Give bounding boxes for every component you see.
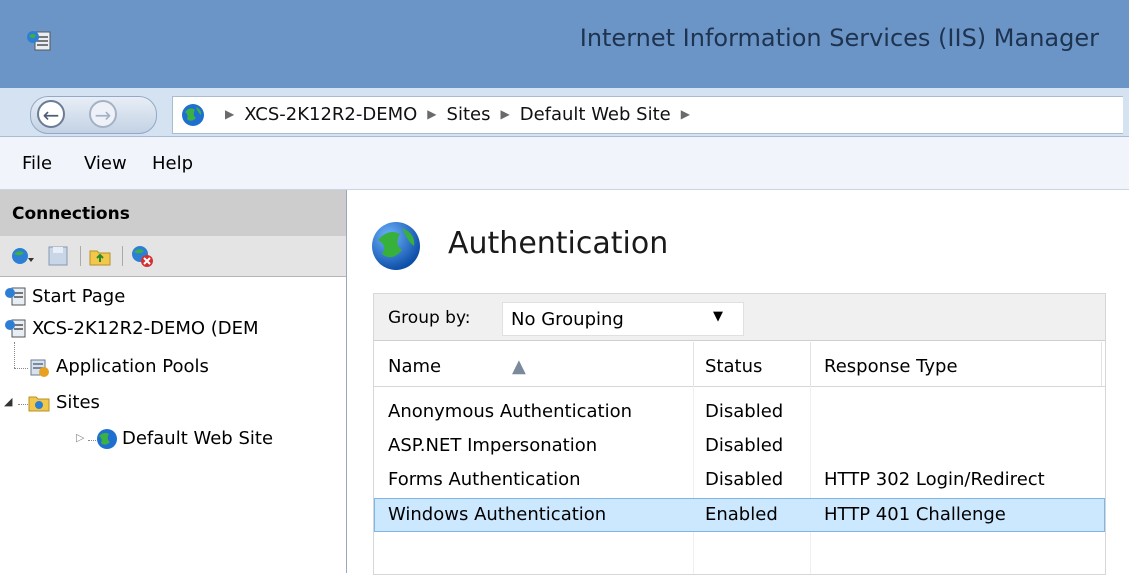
cell-name: ASP.NET Impersonation [388,435,598,456]
column-headers: ▲ Name Status Response Type [374,342,1105,387]
title-bar: Internet Information Services (IIS) Mana… [0,0,1129,88]
column-divider[interactable] [810,342,811,386]
connect-icon[interactable] [10,244,34,268]
tree-connector [14,368,28,370]
expanded-arrow-icon[interactable]: ◢ [4,395,12,408]
column-header-response-type[interactable]: Response Type [824,356,958,377]
cell-status: Disabled [705,401,784,422]
tree-connector [88,440,96,442]
collapsed-arrow-icon[interactable]: ▷ [76,431,84,444]
window-title: Internet Information Services (IIS) Mana… [579,24,1099,52]
chevron-right-icon[interactable]: ▶ [681,107,690,121]
group-by-select[interactable]: No Grouping ▼ [502,302,744,336]
connections-header: Connections [0,190,346,237]
cell-status: Disabled [705,435,784,456]
globe-icon [372,222,420,270]
authentication-list: Group by: No Grouping ▼ ▲ Name Status Re… [373,293,1106,575]
chevron-right-icon: ▶ [427,107,437,121]
breadcrumb[interactable]: ▶ XCS-2K12R2-DEMO ▶ Sites ▶ Default Web Site ▶ [172,96,1123,134]
dropdown-arrow-icon[interactable]: ▼ [713,309,723,324]
cell-response-type: HTTP 401 Challenge [824,504,1006,525]
tree-item-label: Default Web Site [122,428,274,449]
connections-panel: Connections Start Page XCS-2K12R2-DEMO (… [0,190,347,573]
address-bar: ← → ▶ XCS-2K12R2-DEMO ▶ Sites ▶ Default Web S… [0,88,1129,137]
tree-item-label: Start Page [32,286,126,307]
toolbar-separator [122,246,123,266]
column-divider[interactable] [1101,342,1102,386]
feature-pane: Authentication Group by: No Grouping ▼ ▲… [348,190,1129,575]
menu-view[interactable]: View [84,153,127,174]
tree-item-label: XCS-2K12R2-DEMO (DEM [32,318,259,339]
sort-ascending-icon: ▲ [512,356,526,377]
start-page-icon [5,287,26,306]
cell-name: Windows Authentication [388,504,607,525]
back-arrow-icon[interactable]: ← [37,100,65,128]
forward-arrow-icon[interactable]: → [89,100,117,128]
tree-item-label: Application Pools [56,356,209,377]
menu-bar: File View Help [0,137,1129,190]
server-icon [5,319,26,338]
save-icon[interactable] [46,244,70,268]
table-row[interactable]: Anonymous Authentication Disabled [374,396,1105,430]
cell-response-type: HTTP 302 Login/Redirect [824,469,1045,490]
group-by-bar: Group by: No Grouping ▼ [374,294,1105,341]
group-by-label: Group by: [388,308,471,328]
delete-connection-icon[interactable] [130,244,154,268]
breadcrumb-default-web-site[interactable]: Default Web Site [520,104,671,125]
menu-file[interactable]: File [22,153,52,174]
column-header-status[interactable]: Status [705,356,762,377]
breadcrumb-server[interactable]: XCS-2K12R2-DEMO [244,104,417,125]
table-row[interactable]: Forms Authentication Disabled HTTP 302 L… [374,464,1105,498]
nav-buttons: ← → [30,96,157,134]
cell-status: Enabled [705,504,778,525]
breadcrumb-sites[interactable]: Sites [447,104,491,125]
iis-manager-icon [27,31,51,51]
table-row[interactable]: ASP.NET Impersonation Disabled [374,430,1105,464]
up-folder-icon[interactable] [88,244,112,268]
tree-item-label: Sites [56,392,100,413]
page-title: Authentication [448,226,669,261]
tree-connector [14,342,16,368]
group-by-value: No Grouping [511,309,624,330]
connections-title: Connections [12,204,130,224]
cell-status: Disabled [705,469,784,490]
connections-toolbar [0,236,346,277]
globe-icon [182,104,204,126]
cell-name: Anonymous Authentication [388,401,632,422]
breadcrumb-items: ▶ XCS-2K12R2-DEMO ▶ Sites ▶ Default Web Site ▶ [215,104,700,125]
chevron-right-icon: ▶ [225,107,235,121]
sites-folder-icon [28,396,50,412]
cell-name: Forms Authentication [388,469,581,490]
table-row-selected[interactable]: Windows Authentication Enabled HTTP 401 … [374,498,1105,532]
tree-connector [18,404,28,406]
chevron-right-icon: ▶ [500,107,510,121]
menu-help[interactable]: Help [152,153,193,174]
toolbar-separator [80,246,81,266]
globe-icon [97,429,117,449]
app-pools-icon [30,359,49,377]
column-header-name[interactable]: Name [388,356,441,377]
column-divider[interactable] [693,342,694,386]
